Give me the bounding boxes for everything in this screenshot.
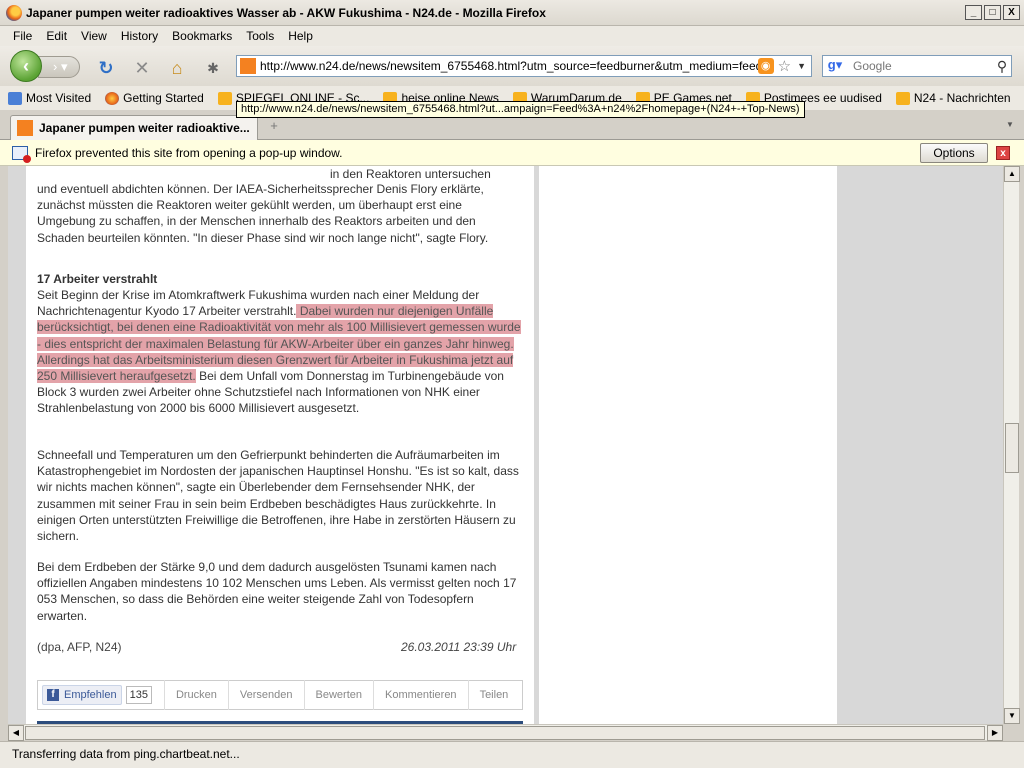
bookmark-most-visited[interactable]: Most Visited xyxy=(8,91,91,105)
article-fragment: in den Reaktoren untersuchen xyxy=(330,167,491,181)
popup-blocked-bar: Firefox prevented this site from opening… xyxy=(0,140,1024,166)
social-toolbar: f Empfehlen 135 Drucken Versenden Bewert… xyxy=(37,680,523,710)
content-viewport: in den Reaktoren untersuchen und eventue… xyxy=(8,166,1003,724)
horizontal-scrollbar[interactable]: ◀ ▶ xyxy=(8,724,1003,741)
print-link[interactable]: Drucken xyxy=(163,680,228,710)
article-date: 26.03.2011 23:39 Uhr xyxy=(401,640,517,654)
bookmark-page-icon xyxy=(8,91,22,105)
firefox-bookmark-icon xyxy=(105,91,120,105)
share-link[interactable]: Teilen xyxy=(467,680,520,710)
article-subheading: 17 Arbeiter verstrahlt xyxy=(37,272,158,286)
recommend-label: Empfehlen xyxy=(64,689,117,701)
facebook-icon: f xyxy=(47,689,59,701)
bookmark-getting-started[interactable]: Getting Started xyxy=(105,91,204,105)
article-paragraph: und eventuell abdichten können. Der IAEA… xyxy=(37,182,489,245)
popup-options-button[interactable]: Options xyxy=(920,143,988,163)
bookmark-label: Most Visited xyxy=(26,91,92,105)
popup-message: Firefox prevented this site from opening… xyxy=(35,145,343,160)
close-window-button[interactable]: X xyxy=(1003,5,1020,20)
live-bookmark-icon xyxy=(217,91,232,105)
search-magnifier-icon[interactable]: ⚲ xyxy=(993,58,1011,75)
window-title: Japaner pumpen weiter radioaktives Wasse… xyxy=(26,5,546,20)
rss-feed-icon[interactable]: ◉ xyxy=(757,58,774,74)
tab-title: Japaner pumpen weiter radioaktive... xyxy=(39,121,250,135)
url-history-dropdown-icon[interactable]: ▼ xyxy=(797,61,806,71)
menu-bar: File Edit View History Bookmarks Tools H… xyxy=(0,26,1024,46)
bookmark-star-icon[interactable]: ☆ xyxy=(778,57,791,75)
live-bookmark-icon xyxy=(895,91,910,105)
scroll-right-icon[interactable]: ▶ xyxy=(987,725,1003,741)
scroll-left-icon[interactable]: ◀ xyxy=(8,725,24,741)
tab-favicon-icon xyxy=(17,120,33,136)
comment-link[interactable]: Kommentieren xyxy=(373,680,468,710)
title-bar: Japaner pumpen weiter radioaktives Wasse… xyxy=(0,0,1024,26)
menu-file[interactable]: File xyxy=(6,29,39,43)
send-link[interactable]: Versenden xyxy=(227,680,304,710)
stop-icon[interactable]: ✕ xyxy=(132,58,152,78)
sidebar-column xyxy=(539,166,837,724)
menu-history[interactable]: History xyxy=(114,29,165,43)
scrollbar-corner xyxy=(1003,724,1019,740)
window-controls: _ □ X xyxy=(965,5,1020,20)
new-tab-button[interactable]: + xyxy=(262,118,286,138)
url-input[interactable]: http://www.n24.de/news/newsitem_6755468.… xyxy=(260,59,758,73)
home-icon[interactable]: ⌂ xyxy=(167,58,187,78)
vertical-scroll-thumb[interactable] xyxy=(1005,423,1019,473)
vertical-scrollbar[interactable]: ▲ ▼ xyxy=(1003,166,1020,724)
maximize-button[interactable]: □ xyxy=(984,5,1001,20)
bookmark-label: Getting Started xyxy=(123,91,204,105)
horizontal-scroll-thumb[interactable] xyxy=(25,726,985,740)
search-input[interactable]: Google xyxy=(847,59,993,73)
tab-active[interactable]: Japaner pumpen weiter radioaktive... xyxy=(10,115,258,140)
tab-list-dropdown-icon[interactable]: ▼ xyxy=(1006,120,1020,134)
url-bar[interactable]: http://www.n24.de/news/newsitem_6755468.… xyxy=(236,55,812,77)
firefox-logo-icon xyxy=(6,4,22,21)
article-paragraph: Bei dem Erdbeben der Stärke 9,0 und dem … xyxy=(37,560,517,623)
status-bar: Transferring data from ping.chartbeat.ne… xyxy=(0,741,1024,768)
minimize-button[interactable]: _ xyxy=(965,5,982,20)
link-tooltip: http://www.n24.de/news/newsitem_6755468.… xyxy=(236,101,805,118)
back-button[interactable]: ‹ xyxy=(10,50,42,82)
article-paragraph: Seit Beginn der Krise im Atomkraftwerk F… xyxy=(37,287,527,417)
facebook-recommend-button[interactable]: f Empfehlen xyxy=(42,685,122,705)
bookmark-label: N24 - Nachrichten xyxy=(913,91,1011,105)
scroll-up-icon[interactable]: ▲ xyxy=(1004,166,1020,182)
search-bar[interactable]: g▾ Google ⚲ xyxy=(822,55,1012,77)
reload-icon[interactable]: ↻ xyxy=(96,58,116,78)
menu-tools[interactable]: Tools xyxy=(239,29,281,43)
close-notification-icon[interactable]: x xyxy=(996,146,1010,160)
popup-blocked-icon xyxy=(12,145,31,163)
rate-link[interactable]: Bewerten xyxy=(303,680,373,710)
bookmark-n24[interactable]: N24 - Nachrichten xyxy=(895,91,1011,105)
site-identity-icon[interactable] xyxy=(240,58,256,74)
recommend-count: 135 xyxy=(125,686,152,704)
forward-button[interactable]: › ▾ xyxy=(38,56,80,78)
article-paragraph: Schneefall und Temperaturen um den Gefri… xyxy=(37,448,519,544)
menu-edit[interactable]: Edit xyxy=(39,29,74,43)
scroll-down-icon[interactable]: ▼ xyxy=(1004,708,1020,724)
menu-view[interactable]: View xyxy=(74,29,114,43)
menu-bookmarks[interactable]: Bookmarks xyxy=(165,29,239,43)
search-engine-icon[interactable]: g▾ xyxy=(823,57,847,75)
menu-help[interactable]: Help xyxy=(281,29,320,43)
article-source: (dpa, AFP, N24) xyxy=(37,640,122,654)
addon-icon[interactable]: ✱ xyxy=(203,58,223,78)
